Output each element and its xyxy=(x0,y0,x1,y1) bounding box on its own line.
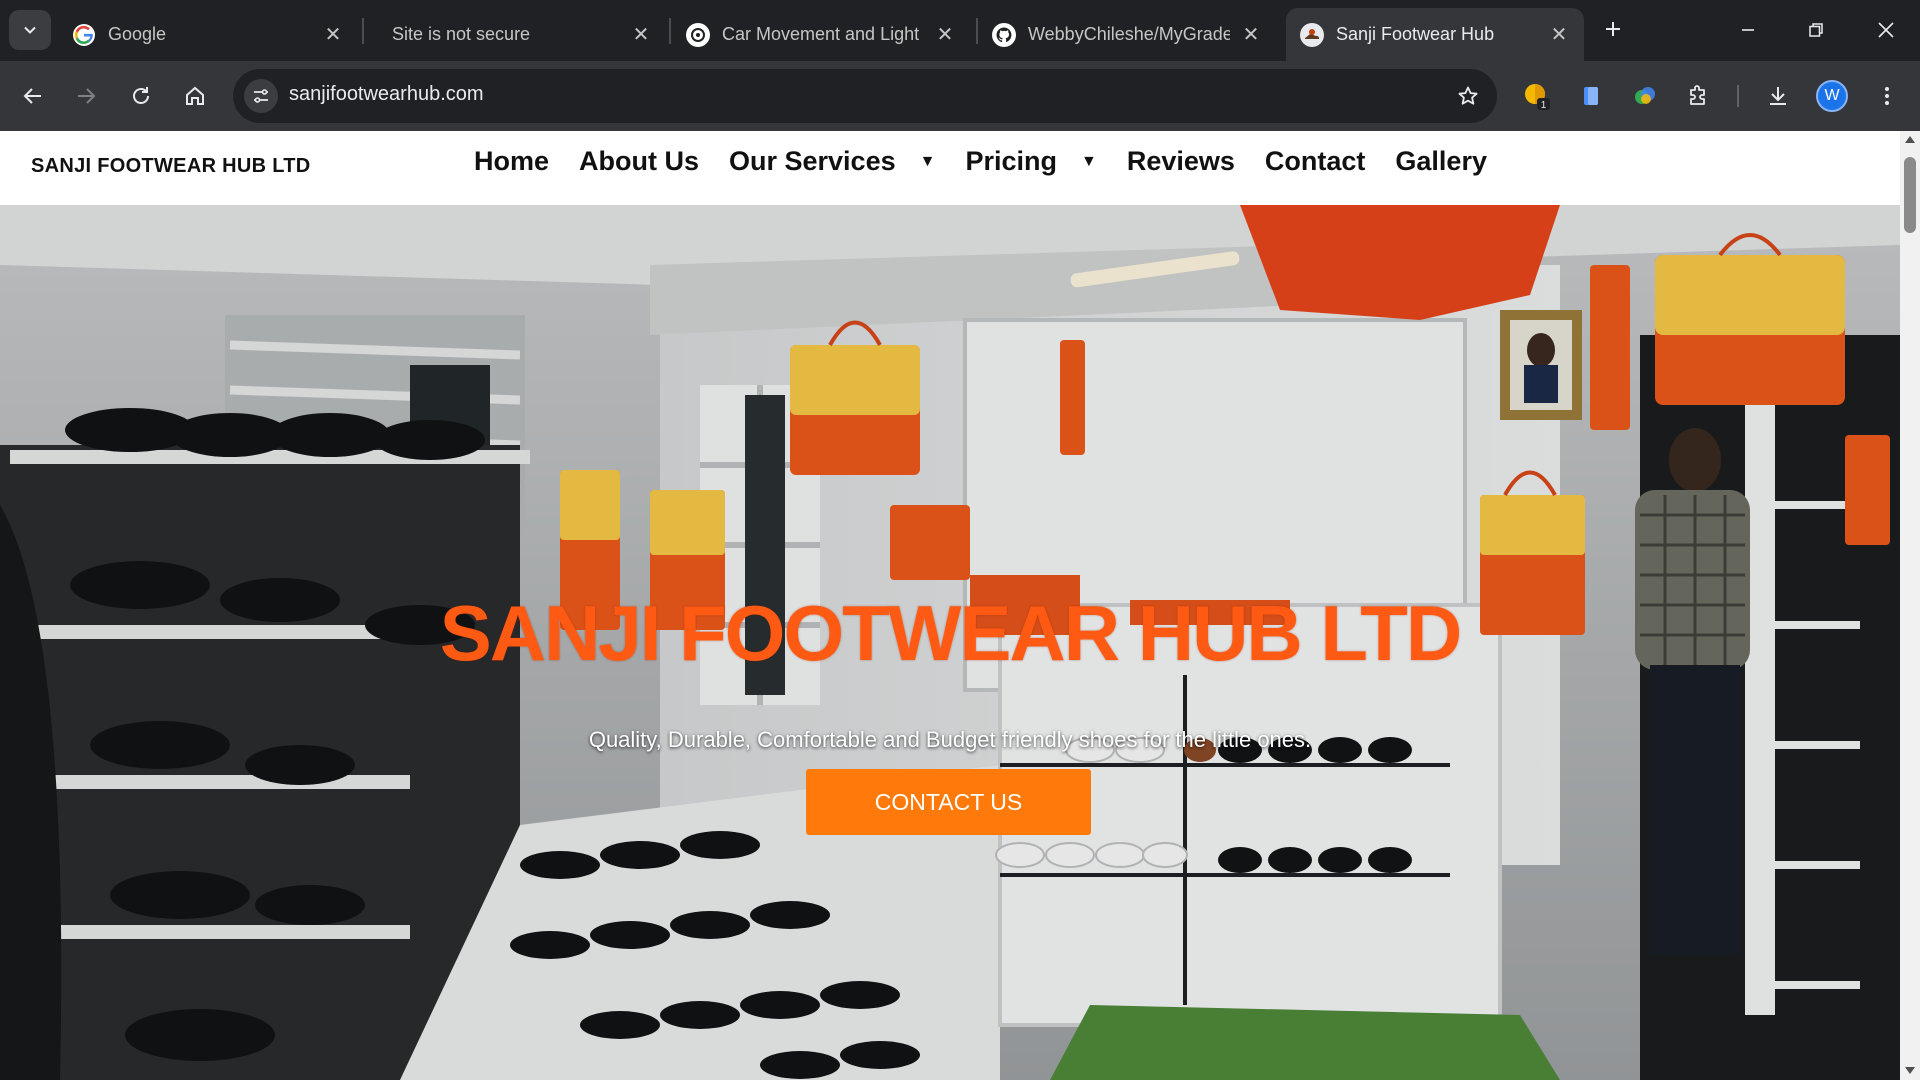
tab-sanji-footwear[interactable]: Sanji Footwear Hub ✕ xyxy=(1286,8,1584,61)
restore-button[interactable] xyxy=(1788,8,1844,52)
site-header: SANJI FOOTWEAR HUB LTD Home About Us Our… xyxy=(0,131,1900,205)
nav-reviews[interactable]: Reviews xyxy=(1127,146,1235,177)
close-window-button[interactable] xyxy=(1858,8,1914,52)
openai-icon xyxy=(686,22,710,47)
address-bar[interactable]: sanjifootwearhub.com xyxy=(233,69,1497,123)
download-icon xyxy=(1770,87,1786,105)
nav-label: Gallery xyxy=(1395,146,1487,176)
nav-label: Reviews xyxy=(1126,146,1235,176)
tab-title: Google xyxy=(108,24,167,44)
caret-down-icon: ▼ xyxy=(1080,152,1097,170)
nav-about-us[interactable]: About Us xyxy=(579,146,699,177)
site-favicon xyxy=(1300,22,1324,47)
nav-label: Contact xyxy=(1264,146,1366,176)
close-icon[interactable]: ✕ xyxy=(1548,24,1570,46)
forward-button[interactable] xyxy=(66,76,106,116)
color-picker-icon xyxy=(1635,87,1655,104)
profile-avatar[interactable]: W xyxy=(1816,80,1848,112)
tab-title: Car Movement and Light xyxy=(722,24,920,44)
nav-gallery[interactable]: Gallery xyxy=(1395,146,1487,177)
arrow-left-icon xyxy=(23,88,41,104)
home-button[interactable] xyxy=(175,76,215,116)
reload-icon xyxy=(133,87,149,104)
github-icon xyxy=(992,22,1016,47)
nav-home[interactable]: Home xyxy=(474,146,549,177)
close-icon[interactable]: ✕ xyxy=(934,24,956,46)
scroll-down-arrow-icon[interactable] xyxy=(1905,1067,1915,1074)
toolbar-divider xyxy=(1737,85,1739,107)
puzzle-icon xyxy=(1690,85,1705,105)
scroll-up-arrow-icon[interactable] xyxy=(1905,136,1915,143)
tune-icon xyxy=(254,89,268,103)
nav-label: Our Services xyxy=(729,146,896,176)
browser-menu-button[interactable] xyxy=(1869,78,1905,114)
hero-subtitle: Quality, Durable, Comfortable and Budget… xyxy=(588,727,1312,752)
nav-contact[interactable]: Contact xyxy=(1265,146,1366,177)
extension-honey-button[interactable]: 1 xyxy=(1518,78,1554,114)
tab-google[interactable]: Google ✕ xyxy=(58,8,358,61)
page-viewport: SANJI FOOTWEAR HUB LTD Home About Us Our… xyxy=(0,131,1920,1080)
reload-button[interactable] xyxy=(121,76,161,116)
tab-separator xyxy=(362,18,364,44)
page-scrollbar[interactable] xyxy=(1900,131,1920,1080)
tab-strip: Google ✕ Site is not secure ✕ Car Moveme… xyxy=(0,0,1920,61)
plus-icon xyxy=(1606,22,1620,36)
nav-label: Home xyxy=(474,146,550,176)
nav-our-services[interactable]: Our Services ▼ xyxy=(729,146,935,177)
tab-search-button[interactable] xyxy=(9,10,51,50)
new-tab-button[interactable] xyxy=(1598,14,1628,44)
google-icon xyxy=(72,23,96,47)
nav-pricing[interactable]: Pricing ▼ xyxy=(965,146,1096,177)
browser-toolbar: sanjifootwearhub.com 1 W xyxy=(0,61,1920,131)
extensions-button[interactable] xyxy=(1680,78,1716,114)
site-info-button[interactable] xyxy=(244,79,278,113)
tab-github[interactable]: WebbyChileshe/MyGrade ✕ xyxy=(978,8,1276,61)
hero-section: SANJI FOOTWEAR HUB LTD Quality, Durable,… xyxy=(0,205,1900,1080)
restore-icon xyxy=(1809,23,1823,37)
site-nav: Home About Us Our Services ▼ Pricing ▼ Rev… xyxy=(474,146,1517,177)
close-icon[interactable]: ✕ xyxy=(322,24,344,46)
close-icon xyxy=(1878,22,1894,38)
close-icon[interactable]: ✕ xyxy=(630,24,652,46)
document-icon xyxy=(1584,87,1598,105)
contact-us-button[interactable]: CONTACT US xyxy=(806,769,1091,835)
tab-title: Site is not secure xyxy=(392,24,531,44)
chevron-down-icon xyxy=(24,26,36,34)
minimize-icon xyxy=(1742,29,1754,31)
bookmark-star-button[interactable] xyxy=(1453,81,1483,111)
nav-label: About Us xyxy=(579,146,699,176)
extension-coin-icon: 1 xyxy=(1525,84,1550,111)
extension-color-button[interactable] xyxy=(1627,78,1663,114)
site-logo[interactable]: SANJI FOOTWEAR HUB LTD xyxy=(31,155,311,178)
tab-car-movement[interactable]: Car Movement and Light ✕ xyxy=(672,8,970,61)
tab-separator xyxy=(669,18,671,44)
close-icon[interactable]: ✕ xyxy=(1240,24,1262,46)
hero-title: SANJI FOOTWEAR HUB LTD xyxy=(439,589,1463,677)
arrow-right-icon xyxy=(78,88,96,104)
back-button[interactable] xyxy=(13,76,53,116)
more-vert-icon xyxy=(1885,87,1889,105)
extension-docs-button[interactable] xyxy=(1573,78,1609,114)
downloads-button[interactable] xyxy=(1760,78,1796,114)
caret-down-icon: ▼ xyxy=(919,152,936,170)
star-icon xyxy=(1458,86,1478,105)
nav-label: Pricing xyxy=(965,146,1057,176)
tab-title: Sanji Footwear Hub xyxy=(1336,24,1495,44)
scroll-thumb[interactable] xyxy=(1904,157,1916,233)
minimize-button[interactable] xyxy=(1720,8,1776,52)
tab-title: WebbyChileshe/MyGrade xyxy=(1028,24,1230,44)
tab-site-not-secure[interactable]: Site is not secure ✕ xyxy=(366,8,666,61)
url-text[interactable]: sanjifootwearhub.com xyxy=(289,83,484,106)
extension-badge: 1 xyxy=(1541,100,1547,111)
home-icon xyxy=(186,86,204,105)
